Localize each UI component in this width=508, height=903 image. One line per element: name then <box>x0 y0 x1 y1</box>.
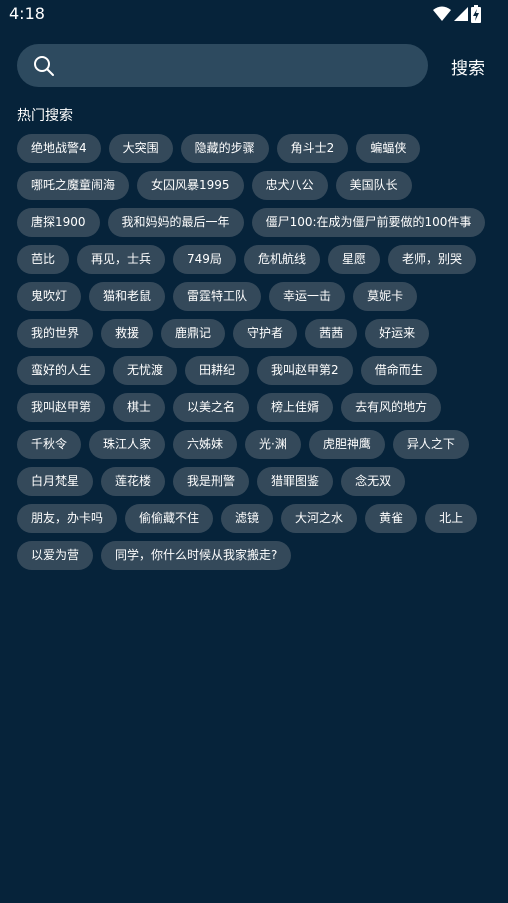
search-input[interactable] <box>67 52 411 81</box>
cell-signal-icon <box>454 7 468 21</box>
hot-search-tag[interactable]: 隐藏的步骤 <box>180 134 269 163</box>
hot-search-tag[interactable]: 棋士 <box>113 393 166 422</box>
hot-search-tag[interactable]: 危机航线 <box>243 245 320 274</box>
hot-search-tag[interactable]: 白月梵星 <box>17 467 94 496</box>
hot-search-tag[interactable]: 幸运一击 <box>269 282 346 311</box>
hot-search-tag[interactable]: 异人之下 <box>392 430 469 459</box>
hot-search-tag[interactable]: 茜茜 <box>305 319 358 348</box>
hot-search-tag[interactable]: 忠犬八公 <box>251 171 328 200</box>
search-icon <box>34 56 54 76</box>
hot-search-tag[interactable]: 星愿 <box>327 245 380 274</box>
hot-search-tag[interactable]: 鹿鼎记 <box>161 319 226 348</box>
hot-search-tag[interactable]: 蝙蝠侠 <box>356 134 421 163</box>
hot-search-tag[interactable]: 莫妮卡 <box>353 282 418 311</box>
search-bar: 搜索 <box>17 44 492 87</box>
hot-search-tag[interactable]: 我是刑警 <box>173 467 250 496</box>
hot-search-tag[interactable]: 朋友，办卡吗 <box>17 504 118 533</box>
hot-search-tag[interactable]: 珠江人家 <box>89 430 166 459</box>
hot-search-tag[interactable]: 田耕纪 <box>185 356 250 385</box>
hot-search-tag[interactable]: 以美之名 <box>173 393 250 422</box>
hot-search-tag[interactable]: 角斗士2 <box>276 134 349 163</box>
hot-search-tag[interactable]: 我和妈妈的最后一年 <box>107 208 244 237</box>
hot-search-tag[interactable]: 光·渊 <box>245 430 301 459</box>
wifi-icon <box>433 6 451 21</box>
hot-search-tag[interactable]: 鬼吹灯 <box>17 282 82 311</box>
hot-search-tag[interactable]: 滤镜 <box>221 504 274 533</box>
search-button[interactable]: 搜索 <box>451 54 485 79</box>
hot-search-tag[interactable]: 蛮好的人生 <box>17 356 106 385</box>
hot-search-tag[interactable]: 大突围 <box>108 134 173 163</box>
hot-search-tag[interactable]: 六姊妹 <box>173 430 238 459</box>
hot-search-tag[interactable]: 再见，士兵 <box>77 245 166 274</box>
hot-search-tag[interactable]: 以爱为营 <box>17 541 94 570</box>
hot-search-tag[interactable]: 去有风的地方 <box>341 393 442 422</box>
hot-search-tag[interactable]: 同学，你什么时候从我家搬走? <box>101 541 292 570</box>
hot-search-tag[interactable]: 美国队长 <box>335 171 412 200</box>
hot-search-tag[interactable]: 唐探1900 <box>17 208 100 237</box>
hot-search-tag[interactable]: 绝地战警4 <box>17 134 101 163</box>
hot-search-tag[interactable]: 千秋令 <box>17 430 82 459</box>
hot-search-tag[interactable]: 借命而生 <box>360 356 437 385</box>
hot-search-tag[interactable]: 榜上佳婿 <box>257 393 334 422</box>
hot-search-tag[interactable]: 女囚风暴1995 <box>137 171 244 200</box>
status-bar: 4:18 <box>0 0 508 30</box>
hot-search-title: 热门搜索 <box>17 108 73 124</box>
hot-search-tag[interactable]: 救援 <box>101 319 154 348</box>
hot-search-tag[interactable]: 芭比 <box>17 245 70 274</box>
hot-search-tag[interactable]: 老师，别哭 <box>387 245 476 274</box>
hot-search-tag[interactable]: 念无双 <box>341 467 406 496</box>
hot-search-tag[interactable]: 无忧渡 <box>113 356 178 385</box>
hot-search-tag[interactable]: 虎胆神鹰 <box>308 430 385 459</box>
hot-search-tag[interactable]: 我叫赵甲第2 <box>257 356 353 385</box>
hot-search-tag[interactable]: 大河之水 <box>281 504 358 533</box>
hot-search-tag[interactable]: 我的世界 <box>17 319 94 348</box>
battery-charging-icon <box>471 5 481 23</box>
hot-search-tag[interactable]: 黄雀 <box>365 504 418 533</box>
hot-search-tag[interactable]: 我叫赵甲第 <box>17 393 106 422</box>
hot-search-tag[interactable]: 猫和老鼠 <box>89 282 166 311</box>
hot-search-tag[interactable]: 偷偷藏不住 <box>125 504 214 533</box>
hot-search-tag[interactable]: 哪吒之魔童闹海 <box>17 171 130 200</box>
hot-search-tags: 绝地战警4 大突围 隐藏的步骤 角斗士2 蝙蝠侠哪吒之魔童闹海 女囚风暴1995 忠犬八公美… <box>17 134 491 570</box>
hot-search-tag[interactable]: 好运来 <box>365 319 430 348</box>
status-icons <box>433 5 481 23</box>
hot-search-tag[interactable]: 北上 <box>425 504 478 533</box>
hot-search-tag[interactable]: 守护者 <box>233 319 298 348</box>
search-box[interactable] <box>17 44 428 87</box>
hot-search-tag[interactable]: 猎罪图鉴 <box>257 467 334 496</box>
hot-search-tag[interactable]: 749局 <box>173 245 236 274</box>
status-time: 4:18 <box>9 4 45 23</box>
hot-search-tag[interactable]: 雷霆特工队 <box>173 282 262 311</box>
hot-search-tag[interactable]: 僵尸100:在成为僵尸前要做的100件事 <box>251 208 486 237</box>
hot-search-tag[interactable]: 莲花楼 <box>101 467 166 496</box>
